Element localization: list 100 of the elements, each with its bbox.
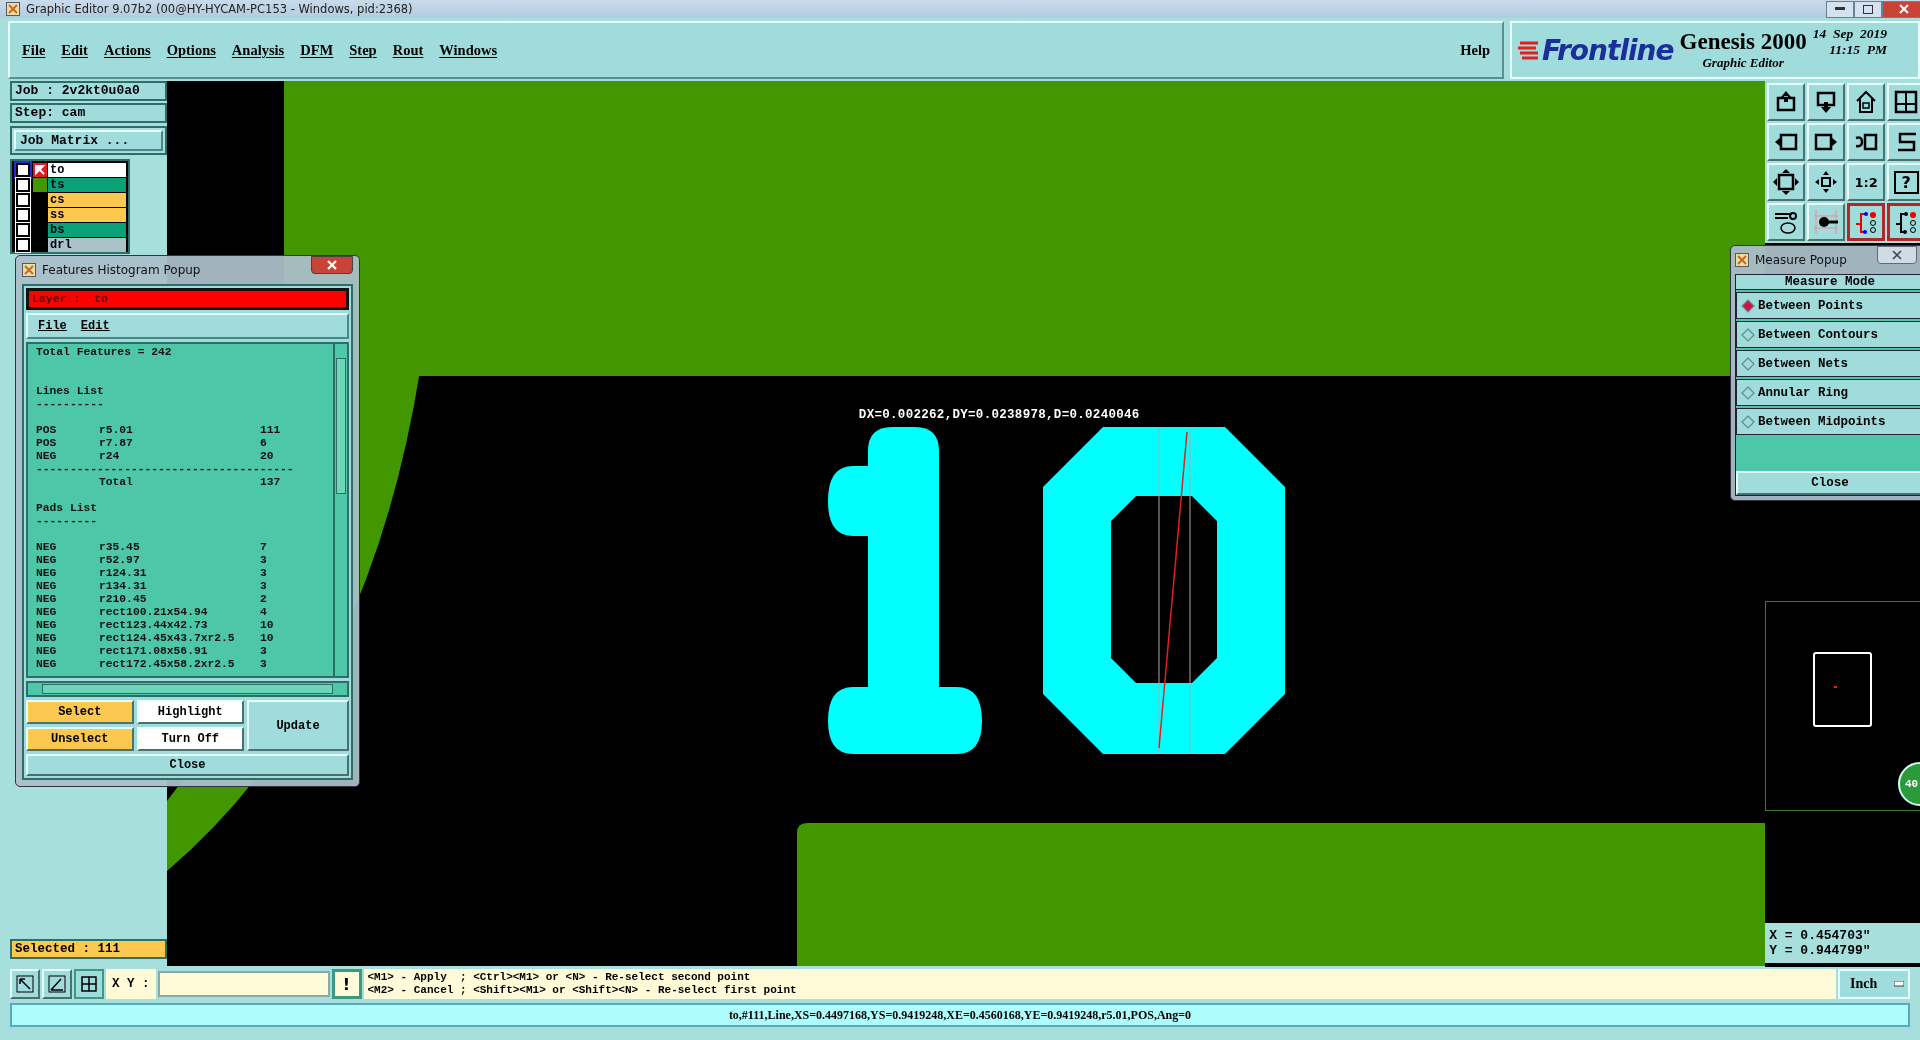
table-cell-text: r134.31 (99, 580, 148, 593)
table-cell-text: r5.01 (99, 424, 134, 437)
table-cell-text: NEG (36, 450, 58, 463)
table-cell-text: NEG (36, 606, 58, 619)
table-cell-text: NEG (36, 619, 58, 632)
table-cell-text: 2 (260, 593, 268, 606)
probe-icon (1812, 208, 1841, 236)
layer-name[interactable]: to (48, 163, 126, 177)
list-heading: Pads List (36, 502, 98, 515)
horizontal-scrollbar[interactable] (26, 681, 349, 697)
popup-button[interactable]: Turn Off (136, 727, 244, 751)
xy-label: X Y : (106, 969, 156, 999)
table-cell-text: r24 (99, 450, 121, 463)
menu-item[interactable]: Edit (80, 319, 110, 333)
xy-input-field[interactable] (157, 971, 330, 997)
table-cell-text: NEG (36, 658, 58, 671)
menu-item[interactable]: File (22, 41, 46, 59)
close-icon (1899, 4, 1909, 14)
table-cell-text: NEG (36, 554, 58, 567)
checkbox[interactable] (16, 178, 30, 192)
help-button[interactable]: ? (1887, 163, 1920, 201)
menu-item[interactable]: Help (1460, 41, 1490, 59)
checkbox[interactable] (16, 163, 30, 177)
radio-option[interactable]: Between Contours (1736, 321, 1920, 348)
scale-button[interactable]: 1:2 (1847, 163, 1886, 201)
close-button[interactable]: Close (26, 754, 349, 776)
layer-label: Layer : to (26, 288, 349, 310)
menu-item[interactable]: Analysis (231, 41, 285, 59)
menu-item[interactable]: Actions (103, 41, 151, 59)
menu-item[interactable]: Edit (61, 41, 88, 59)
toolbar-button[interactable] (1887, 203, 1920, 241)
table-cell-text: 10 (260, 632, 275, 645)
list-text: Total Features = 242 (36, 346, 173, 359)
popup-button[interactable]: Highlight (136, 700, 244, 724)
layer-name[interactable]: drl (48, 238, 126, 252)
close-icon (1892, 250, 1902, 260)
menu-item[interactable]: Rout (392, 41, 424, 59)
speed-lines-icon (1518, 40, 1540, 60)
overview-map[interactable]: 40 (1765, 601, 1920, 811)
update-button[interactable]: Update (247, 700, 349, 751)
radio-option[interactable]: Annular Ring (1736, 379, 1920, 406)
window-grid-icon (1892, 88, 1920, 116)
menu-item[interactable]: File (38, 319, 67, 333)
close-button[interactable]: Close (1736, 471, 1920, 495)
zoom-badge[interactable]: 40 (1898, 762, 1920, 806)
close-button[interactable] (311, 256, 353, 274)
table-cell-text: r52.97 (99, 554, 141, 567)
popup-title: Measure Popup (1755, 253, 1847, 267)
layer-name[interactable]: ts (48, 178, 126, 192)
units-dropdown[interactable]: Inch (1838, 969, 1910, 999)
table-cell-text: 10 (260, 619, 275, 632)
checkbox[interactable] (16, 208, 30, 222)
toolbar-button[interactable] (74, 969, 104, 999)
radio-option[interactable]: Between Midpoints (1736, 408, 1920, 435)
table-cell-text: NEG (36, 632, 58, 645)
close-icon (327, 260, 337, 270)
layer-name[interactable]: cs (48, 193, 126, 207)
table-cell-text: 3 (260, 567, 268, 580)
mouse-hint: <M2> - Cancel ; <Shift><M1> or <Shift><N> - Re-select first point (367, 984, 798, 997)
table-cell-text: NEG (36, 541, 58, 554)
radio-option[interactable]: Between Nets (1736, 350, 1920, 377)
layer-name[interactable]: bs (48, 223, 126, 237)
menu-item[interactable]: Step (349, 41, 377, 59)
layer-name[interactable]: ss (48, 208, 126, 222)
table-cell-text: rect124.45x43.7xr2.5 (99, 632, 236, 645)
alert-button[interactable]: ! (331, 969, 362, 999)
maximize-button[interactable] (1854, 0, 1882, 18)
y-coordinate: Y = 0.944799" (1769, 943, 1872, 958)
table-cell-text: 3 (260, 645, 268, 658)
table-cell-text: r210.45 (99, 593, 148, 606)
job-matrix-button[interactable]: Job Matrix ... (14, 130, 163, 151)
close-button[interactable] (1882, 0, 1920, 18)
radio-option[interactable]: Between Points (1736, 292, 1920, 319)
table-cell-text: r35.45 (99, 541, 141, 554)
checkbox[interactable] (16, 238, 30, 252)
table-cell-text: NEG (36, 645, 58, 658)
menu-item[interactable]: Windows (439, 41, 498, 59)
table-cell-text: NEG (36, 593, 58, 606)
time-text: 11:15 PM (1829, 42, 1887, 58)
maximize-icon (1863, 4, 1873, 14)
menu-item[interactable]: DFM (300, 41, 334, 59)
table-cell-text: 111 (260, 424, 282, 437)
feature-info-text: to,#111,Line,XS=0.4497168,YS=0.9419248,XE=0.4560168,YE=0.9419248,r5.01,POS,Ang=0 (728, 1007, 1192, 1023)
angle-icon (48, 975, 66, 993)
close-button[interactable] (1877, 246, 1917, 264)
layer-swatch (33, 178, 47, 192)
checkbox[interactable] (16, 193, 30, 207)
table-cell-text: 3 (260, 658, 268, 671)
popup-button[interactable]: Unselect (26, 727, 134, 751)
checkbox[interactable] (16, 223, 30, 237)
minimize-button[interactable] (1826, 0, 1854, 18)
vertical-scrollbar[interactable] (333, 344, 347, 676)
minimize-icon (1835, 7, 1845, 11)
list-heading: Lines List (36, 385, 105, 398)
popup-button[interactable]: Select (26, 700, 134, 724)
table-cell-text: r7.87 (99, 437, 134, 450)
total-count: 137 (260, 476, 282, 489)
table-cell-text: 6 (260, 437, 268, 450)
menu-item[interactable]: Options (166, 41, 216, 59)
table-cell-text: rect172.45x58.2xr2.5 (99, 658, 236, 671)
